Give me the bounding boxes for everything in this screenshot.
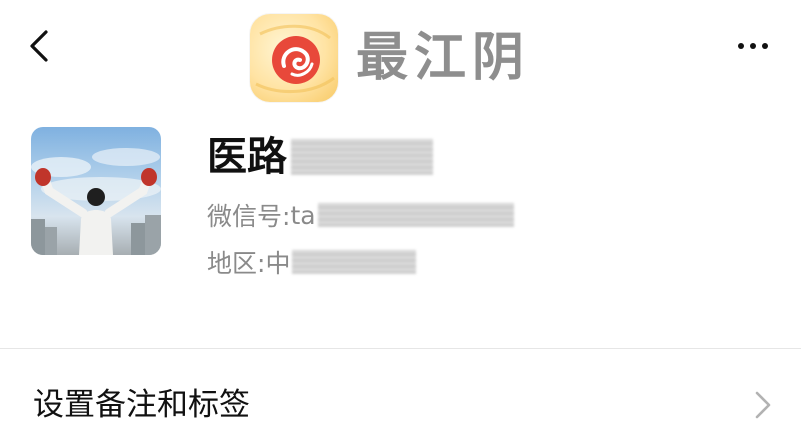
chevron-left-icon bbox=[30, 30, 48, 62]
more-options-button[interactable] bbox=[729, 28, 777, 64]
redacted-region bbox=[292, 250, 417, 274]
menu-item-label: 设置备注和标签 bbox=[33, 387, 250, 423]
wechat-id-row: 微信号: ta bbox=[207, 198, 514, 232]
more-dot bbox=[750, 43, 756, 49]
region-label: 地区: bbox=[207, 249, 266, 278]
region-row: 地区: 中 bbox=[207, 245, 417, 279]
more-dot bbox=[762, 43, 768, 49]
avatar[interactable] bbox=[31, 127, 161, 255]
profile-name: 医路 bbox=[207, 134, 287, 180]
avatar-image bbox=[31, 148, 161, 255]
wechat-id-label: 微信号: bbox=[207, 202, 291, 231]
region-value: 中 bbox=[265, 249, 291, 278]
back-button[interactable] bbox=[22, 26, 62, 66]
profile-name-row: 医路 bbox=[207, 132, 433, 182]
brand-logo bbox=[250, 14, 338, 102]
brand-text: 最江阴 bbox=[356, 27, 531, 88]
set-remark-and-tags-item[interactable]: 设置备注和标签 bbox=[0, 349, 801, 446]
more-horizontal-icon bbox=[738, 43, 744, 49]
brand-watermark: 最江阴 bbox=[250, 14, 530, 102]
brand-logo-mark bbox=[255, 24, 335, 93]
chevron-right-icon bbox=[755, 391, 771, 419]
redacted-wechat-id bbox=[317, 203, 514, 227]
wechat-id-value: ta bbox=[290, 200, 316, 230]
redacted-name bbox=[291, 139, 433, 175]
